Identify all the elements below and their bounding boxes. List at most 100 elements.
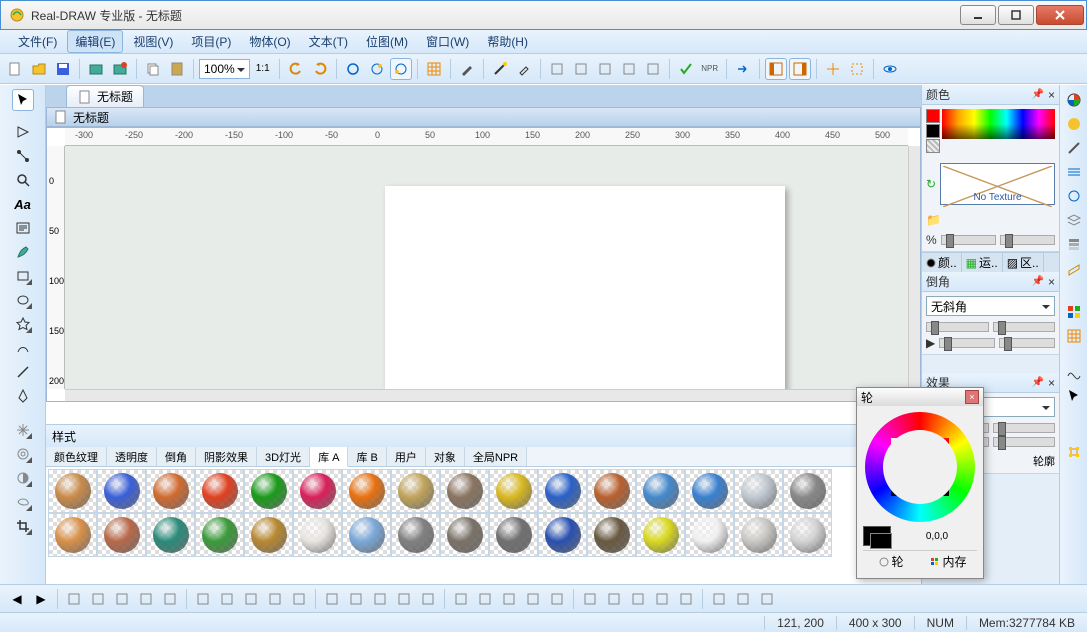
style-swatch[interactable] (391, 469, 440, 513)
ellipse-tool[interactable] (12, 289, 34, 311)
style-swatch[interactable] (489, 513, 538, 557)
bb-tool-0[interactable] (63, 588, 85, 610)
menu-file[interactable]: 文件(F) (10, 30, 65, 53)
float-tab-memory[interactable]: 内存 (920, 551, 977, 572)
ratio-button[interactable]: 1:1 (252, 58, 274, 80)
style-tab-1[interactable]: 透明度 (107, 447, 157, 466)
style-swatch[interactable] (685, 469, 734, 513)
style-swatch[interactable] (97, 513, 146, 557)
color-wheel-panel[interactable]: 轮 × 0,0,0 轮 内存 (856, 387, 984, 579)
style-swatch[interactable] (195, 513, 244, 557)
bb-tool-15[interactable] (450, 588, 472, 610)
pen-tool[interactable] (12, 385, 34, 407)
node-tool[interactable] (12, 145, 34, 167)
zoom-combo[interactable]: 100% (199, 59, 250, 79)
panel-close-icon[interactable]: × (1048, 275, 1055, 289)
bb-tool-9[interactable] (288, 588, 310, 610)
rt-grid-icon[interactable] (1063, 301, 1085, 323)
bb-tool-22[interactable] (627, 588, 649, 610)
bg-swatch[interactable] (926, 124, 940, 138)
bevel-slider1[interactable] (926, 322, 989, 332)
document-tab[interactable]: 无标题 (66, 85, 144, 107)
package2-button[interactable] (109, 58, 131, 80)
style-swatch[interactable] (489, 469, 538, 513)
bb-tool-7[interactable] (240, 588, 262, 610)
bevel-slider3[interactable] (939, 338, 995, 348)
menu-text[interactable]: 文本(T) (301, 30, 356, 53)
bb-tool-5[interactable] (192, 588, 214, 610)
panel-close-icon[interactable]: × (1048, 376, 1055, 390)
style-tab-2[interactable]: 倒角 (157, 447, 196, 466)
menu-help[interactable]: 帮助(H) (479, 30, 536, 53)
bb-tool-13[interactable] (393, 588, 415, 610)
style-swatch[interactable] (342, 513, 391, 557)
open-button[interactable] (28, 58, 50, 80)
wand-icon[interactable] (489, 58, 511, 80)
bevel-slider2[interactable] (993, 322, 1056, 332)
style-swatch[interactable] (636, 469, 685, 513)
color-wheel[interactable] (865, 412, 975, 522)
style-tab-6[interactable]: 库 B (348, 447, 386, 466)
rt-curve-icon[interactable] (1063, 361, 1085, 383)
tool-b-icon[interactable] (570, 58, 592, 80)
opacity-slider[interactable] (941, 235, 996, 245)
style-swatch[interactable] (538, 513, 587, 557)
bb-tool-11[interactable] (345, 588, 367, 610)
canvas-area[interactable]: -300-250-200-150-100-5005010015020025030… (46, 127, 921, 402)
style-tab-9[interactable]: 全局NPR (465, 447, 527, 466)
tool-e-icon[interactable] (642, 58, 664, 80)
arrow-icon[interactable] (732, 58, 754, 80)
bb-tool-26[interactable] (732, 588, 754, 610)
rt-sphere-icon[interactable] (1063, 113, 1085, 135)
bb-tool-17[interactable] (498, 588, 520, 610)
bb-tool-21[interactable] (603, 588, 625, 610)
text-tool[interactable]: Aa (12, 193, 34, 215)
rt-tilt-icon[interactable] (1063, 257, 1085, 279)
sel-icon[interactable] (846, 58, 868, 80)
effect3-tool[interactable] (12, 467, 34, 489)
style-swatch[interactable] (146, 513, 195, 557)
tool-c-icon[interactable] (594, 58, 616, 80)
style-swatch[interactable] (636, 513, 685, 557)
check-icon[interactable] (675, 58, 697, 80)
circle3-icon[interactable] (390, 58, 412, 80)
pointer-tool[interactable] (12, 89, 34, 111)
bevel-slider4[interactable] (999, 338, 1055, 348)
style-swatch[interactable] (440, 513, 489, 557)
menu-view[interactable]: 视图(V) (125, 30, 181, 53)
tab-motion[interactable]: ▦运.. (962, 253, 1003, 272)
eyedrop-icon[interactable] (513, 58, 535, 80)
style-swatch[interactable] (342, 469, 391, 513)
style-swatch[interactable] (440, 469, 489, 513)
new-button[interactable] (4, 58, 26, 80)
menu-project[interactable]: 项目(P) (183, 30, 239, 53)
effect-slider4[interactable] (993, 437, 1056, 447)
bb-tool-3[interactable] (135, 588, 157, 610)
bb-tool-24[interactable] (675, 588, 697, 610)
line-tool[interactable] (12, 361, 34, 383)
bb-tool-14[interactable] (417, 588, 439, 610)
bb-tool-8[interactable] (264, 588, 286, 610)
effect4-tool[interactable] (12, 491, 34, 513)
star-tool[interactable] (12, 313, 34, 335)
paint-tool[interactable] (12, 241, 34, 263)
style-swatch[interactable] (391, 513, 440, 557)
hscroll[interactable] (65, 389, 908, 401)
style-swatch[interactable] (146, 469, 195, 513)
style-tab-7[interactable]: 用户 (387, 447, 426, 466)
style-swatch[interactable] (783, 469, 832, 513)
bb-tool-19[interactable] (546, 588, 568, 610)
play-icon[interactable]: ▶ (926, 336, 935, 350)
rt-circle-icon[interactable] (1063, 185, 1085, 207)
style-swatch[interactable] (538, 469, 587, 513)
style-tab-3[interactable]: 阴影效果 (196, 447, 257, 466)
paste-button[interactable] (166, 58, 188, 80)
style-swatch[interactable] (244, 469, 293, 513)
undo-button[interactable] (285, 58, 307, 80)
folder-icon[interactable]: 📁 (926, 213, 941, 227)
effect-slider2[interactable] (993, 423, 1056, 433)
close-button[interactable] (1036, 5, 1084, 25)
effect1-tool[interactable] (12, 419, 34, 441)
bb-tool-6[interactable] (216, 588, 238, 610)
bb-tool-4[interactable] (159, 588, 181, 610)
